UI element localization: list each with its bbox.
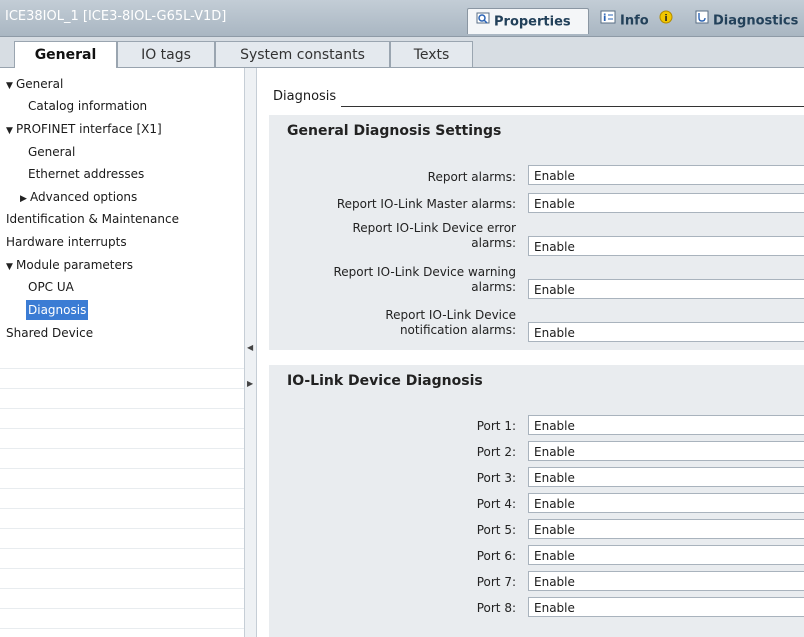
section-title: IO-Link Device Diagnosis (287, 373, 483, 389)
field-label-report-device-warning-alarms: Report IO-Link Device warning alarms: (333, 265, 516, 294)
tree-item-catalog-information[interactable]: Catalog information (28, 96, 147, 116)
tab-io-tags[interactable]: IO tags (117, 41, 215, 67)
port-8-field[interactable]: Enable (528, 597, 804, 617)
properties-tab[interactable]: Properties (467, 8, 589, 34)
tree-item-module-parameters[interactable]: ▼ Module parameters (6, 255, 133, 275)
info-tab-label: Info (620, 13, 649, 29)
tree-item-diagnosis[interactable]: Diagnosis (26, 300, 89, 320)
heading-divider (341, 106, 804, 107)
tree-item-label: Catalog information (28, 99, 148, 113)
collapsed-arrow-icon[interactable]: ▶ (20, 189, 30, 209)
tree-item-hardware-interrupts[interactable]: Hardware interrupts (6, 232, 127, 252)
general-diagnosis-settings-section: General Diagnosis Settings Report alarms… (269, 115, 804, 350)
svg-text:i: i (665, 14, 668, 24)
expanded-arrow-icon[interactable]: ▼ (6, 76, 16, 96)
field-label-report-device-error-alarms: Report IO-Link Device error alarms: (352, 221, 516, 250)
expanded-arrow-icon[interactable]: ▼ (6, 121, 16, 141)
report-device-warning-alarms-field[interactable]: Enable (528, 279, 804, 299)
diagnosis-heading: Diagnosis (273, 89, 337, 104)
port-3-field[interactable]: Enable (528, 467, 804, 487)
editor-tab-row: General IO tags System constants Texts (0, 37, 804, 68)
svg-text:i: i (603, 13, 606, 24)
port-2-field[interactable]: Enable (528, 441, 804, 461)
tree-item-label: Identification & Maintenance (6, 212, 179, 226)
tree-item-shared-device[interactable]: Shared Device (6, 323, 93, 343)
port-5-field[interactable]: Enable (528, 519, 804, 539)
info-badge-icon: i (659, 8, 673, 34)
tab-system-constants[interactable]: System constants (215, 41, 390, 67)
port-6-label: Port 6: (476, 549, 516, 563)
port-6-field[interactable]: Enable (528, 545, 804, 565)
collapse-left-icon[interactable]: ◀ (247, 343, 253, 352)
tree-item-profinet-general[interactable]: General (28, 142, 75, 162)
tree-item-label: Advanced options (30, 190, 138, 204)
tree-item-identification-maintenance[interactable]: Identification & Maintenance (6, 209, 179, 229)
properties-icon (476, 9, 490, 35)
tree-item-advanced-options[interactable]: ▶ Advanced options (20, 187, 137, 207)
report-device-error-alarms-field[interactable]: Enable (528, 236, 804, 256)
tree-item-label: General (16, 77, 64, 91)
expand-right-icon[interactable]: ▶ (247, 379, 253, 388)
tree-item-label: PROFINET interface [X1] (16, 122, 162, 136)
port-1-label: Port 1: (476, 419, 516, 433)
io-link-device-diagnosis-section: IO-Link Device Diagnosis Port 1: Enable … (269, 365, 804, 637)
tree-item-label: OPC UA (28, 280, 74, 294)
field-label-report-master-alarms: Report IO-Link Master alarms: (336, 197, 516, 211)
port-4-field[interactable]: Enable (528, 493, 804, 513)
report-device-notification-alarms-field[interactable]: Enable (528, 322, 804, 342)
info-tab[interactable]: i Info i (600, 8, 682, 34)
pane-splitter[interactable]: ◀ ▶ (244, 68, 257, 637)
properties-tab-label: Properties (494, 14, 571, 30)
tree-item-opc-ua[interactable]: OPC UA (28, 277, 74, 297)
tree-item-label: Ethernet addresses (28, 167, 145, 181)
report-master-alarms-field[interactable]: Enable (528, 193, 804, 213)
port-2-label: Port 2: (476, 445, 516, 459)
tree-item-ethernet-addresses[interactable]: Ethernet addresses (28, 164, 144, 184)
tab-general[interactable]: General (14, 41, 117, 68)
diagnostics-tab-label: Diagnostics (713, 13, 799, 29)
port-7-field[interactable]: Enable (528, 571, 804, 591)
tree-item-label: Hardware interrupts (6, 235, 127, 249)
tab-texts[interactable]: Texts (390, 41, 473, 67)
port-4-label: Port 4: (476, 497, 516, 511)
parameter-pane: Diagnosis General Diagnosis Settings Rep… (257, 68, 804, 637)
port-8-label: Port 8: (476, 601, 516, 615)
section-title: General Diagnosis Settings (287, 123, 502, 139)
properties-title-bar: ICE38IOL_1 [ICE3-8IOL-G65L-V1D] Properti… (0, 0, 804, 37)
field-label-report-device-notification-alarms: Report IO-Link Device notification alarms… (385, 308, 516, 337)
info-icon: i (600, 8, 616, 34)
tree-item-profinet-interface[interactable]: ▼ PROFINET interface [X1] (6, 119, 162, 139)
tree-item-label: Module parameters (16, 258, 134, 272)
port-1-field[interactable]: Enable (528, 415, 804, 435)
field-label-report-alarms: Report alarms: (427, 170, 516, 184)
expanded-arrow-icon[interactable]: ▼ (6, 257, 16, 277)
report-alarms-field[interactable]: Enable (528, 165, 804, 185)
tree-item-label: Diagnosis (28, 303, 87, 317)
port-5-label: Port 5: (476, 523, 516, 537)
navigation-tree: ▼ General Catalog information ▼ PROFINET i… (0, 68, 244, 637)
tree-item-label: General (28, 145, 76, 159)
diagnostics-icon (695, 8, 709, 34)
port-7-label: Port 7: (476, 575, 516, 589)
diagnostics-tab[interactable]: Diagnostics (695, 8, 804, 34)
port-3-label: Port 3: (476, 471, 516, 485)
tree-item-general[interactable]: ▼ General (6, 74, 63, 94)
device-title: ICE38IOL_1 [ICE3-8IOL-G65L-V1D] (5, 9, 227, 24)
tree-item-label: Shared Device (6, 326, 94, 340)
